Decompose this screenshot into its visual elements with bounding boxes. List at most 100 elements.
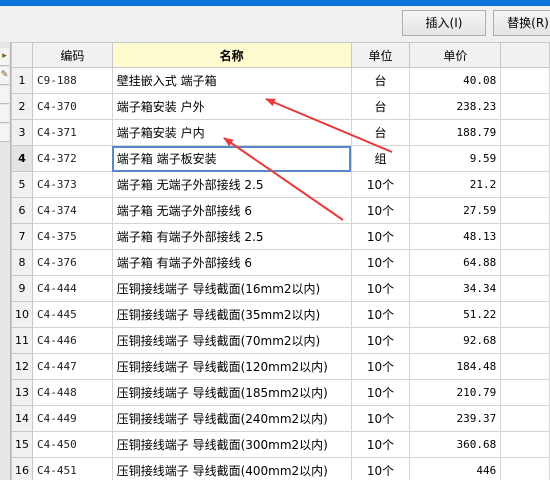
- code-cell[interactable]: C4-374: [31, 197, 113, 224]
- name-cell[interactable]: 压铜接线端子 导线截面(400mm2以内): [111, 457, 352, 480]
- name-cell[interactable]: 压铜接线端子 导线截面(300mm2以内): [111, 431, 352, 458]
- table-row[interactable]: 16 C4-451 压铜接线端子 导线截面(400mm2以内) 10个 446: [11, 457, 550, 480]
- unit-cell[interactable]: 10个: [350, 249, 411, 276]
- column-header-code[interactable]: 编码: [31, 42, 113, 68]
- price-cell[interactable]: 210.79: [409, 379, 502, 406]
- row-number-cell[interactable]: 2: [11, 93, 33, 120]
- table-row[interactable]: 6 C4-374 端子箱 无端子外部接线 6 10个 27.59: [11, 197, 550, 224]
- row-number-cell[interactable]: 12: [11, 353, 33, 380]
- name-cell[interactable]: 端子箱安装 户外: [111, 93, 352, 120]
- price-cell[interactable]: 51.22: [409, 301, 502, 328]
- column-header-name[interactable]: 名称: [111, 42, 352, 68]
- row-number-cell[interactable]: 10: [11, 301, 33, 328]
- row-number-cell[interactable]: 7: [11, 223, 33, 250]
- table-row[interactable]: 13 C4-448 压铜接线端子 导线截面(185mm2以内) 10个 210.79: [11, 379, 550, 406]
- code-cell[interactable]: C4-372: [31, 145, 113, 172]
- price-cell[interactable]: 184.48: [409, 353, 502, 380]
- price-cell[interactable]: 239.37: [409, 405, 502, 432]
- row-number-cell[interactable]: 13: [11, 379, 33, 406]
- unit-cell[interactable]: 10个: [350, 301, 411, 328]
- unit-cell[interactable]: 10个: [350, 327, 411, 354]
- name-cell[interactable]: 端子箱安装 户内: [111, 119, 352, 146]
- table-row[interactable]: 15 C4-450 压铜接线端子 导线截面(300mm2以内) 10个 360.68: [11, 431, 550, 458]
- unit-cell[interactable]: 10个: [350, 223, 411, 250]
- price-cell[interactable]: 34.34: [409, 275, 502, 302]
- row-number-cell[interactable]: 8: [11, 249, 33, 276]
- name-cell[interactable]: 压铜接线端子 导线截面(185mm2以内): [111, 379, 352, 406]
- name-cell[interactable]: 压铜接线端子 导线截面(120mm2以内): [111, 353, 352, 380]
- code-cell[interactable]: C4-373: [31, 171, 113, 198]
- row-number-cell[interactable]: 15: [11, 431, 33, 458]
- code-cell[interactable]: C4-451: [31, 457, 113, 480]
- table-row[interactable]: 9 C4-444 压铜接线端子 导线截面(16mm2以内) 10个 34.34: [11, 275, 550, 302]
- price-cell[interactable]: 92.68: [409, 327, 502, 354]
- price-cell[interactable]: 64.88: [409, 249, 502, 276]
- code-cell[interactable]: C4-445: [31, 301, 113, 328]
- code-cell[interactable]: C4-444: [31, 275, 113, 302]
- table-row[interactable]: 1 C9-188 壁挂嵌入式 端子箱台 40.08: [11, 67, 550, 94]
- column-header-unit[interactable]: 单位: [350, 42, 411, 68]
- name-cell[interactable]: 端子箱 有端子外部接线 6: [111, 249, 352, 276]
- insert-button[interactable]: 插入(I): [402, 10, 486, 36]
- code-cell[interactable]: C4-449: [31, 405, 113, 432]
- side-tool-icon[interactable]: [0, 86, 9, 104]
- name-cell[interactable]: 壁挂嵌入式 端子箱: [111, 67, 352, 94]
- name-cell[interactable]: 端子箱 有端子外部接线 2.5: [111, 223, 352, 250]
- price-cell[interactable]: 27.59: [409, 197, 502, 224]
- name-cell[interactable]: 端子箱 无端子外部接线 6: [111, 197, 352, 224]
- name-cell[interactable]: 端子箱 端子板安装: [111, 145, 352, 172]
- row-number-cell[interactable]: 11: [11, 327, 33, 354]
- row-number-cell[interactable]: 3: [11, 119, 33, 146]
- row-number-cell[interactable]: 16: [11, 457, 33, 480]
- unit-cell[interactable]: 10个: [350, 275, 411, 302]
- price-cell[interactable]: 48.13: [409, 223, 502, 250]
- row-number-cell[interactable]: 14: [11, 405, 33, 432]
- unit-cell[interactable]: 组: [350, 145, 411, 172]
- table-row[interactable]: 8 C4-376 端子箱 有端子外部接线 6 10个 64.88: [11, 249, 550, 276]
- table-row[interactable]: 10 C4-445 压铜接线端子 导线截面(35mm2以内) 10个 51.22: [11, 301, 550, 328]
- price-cell[interactable]: 360.68: [409, 431, 502, 458]
- name-cell[interactable]: 压铜接线端子 导线截面(70mm2以内): [111, 327, 352, 354]
- unit-cell[interactable]: 台: [350, 119, 411, 146]
- row-number-cell[interactable]: 6: [11, 197, 33, 224]
- unit-cell[interactable]: 10个: [350, 379, 411, 406]
- pencil-icon[interactable]: ✎: [0, 67, 9, 85]
- column-header-price[interactable]: 单价: [409, 42, 502, 68]
- table-row[interactable]: 11 C4-446 压铜接线端子 导线截面(70mm2以内) 10个 92.68: [11, 327, 550, 354]
- side-tool-icon[interactable]: [0, 105, 9, 123]
- price-cell[interactable]: 188.79: [409, 119, 502, 146]
- row-number-cell[interactable]: 5: [11, 171, 33, 198]
- table-row[interactable]: 3 C4-371 端子箱安装 户内台 188.79: [11, 119, 550, 146]
- table-row[interactable]: 14 C4-449 压铜接线端子 导线截面(240mm2以内) 10个 239.37: [11, 405, 550, 432]
- price-cell[interactable]: 446: [409, 457, 502, 480]
- row-number-cell[interactable]: 4: [11, 145, 33, 172]
- unit-cell[interactable]: 10个: [350, 405, 411, 432]
- side-arrow-icon[interactable]: ▸: [0, 48, 9, 66]
- row-number-cell[interactable]: 9: [11, 275, 33, 302]
- table-row[interactable]: 2 C4-370 端子箱安装 户外台 238.23: [11, 93, 550, 120]
- name-cell[interactable]: 压铜接线端子 导线截面(35mm2以内): [111, 301, 352, 328]
- code-cell[interactable]: C4-375: [31, 223, 113, 250]
- side-tool-icon[interactable]: [0, 124, 9, 142]
- name-cell[interactable]: 压铜接线端子 导线截面(16mm2以内): [111, 275, 352, 302]
- unit-cell[interactable]: 台: [350, 67, 411, 94]
- name-cell[interactable]: 压铜接线端子 导线截面(240mm2以内): [111, 405, 352, 432]
- table-row[interactable]: 12 C4-447 压铜接线端子 导线截面(120mm2以内) 10个 184.48: [11, 353, 550, 380]
- unit-cell[interactable]: 10个: [350, 353, 411, 380]
- quota-table-grid[interactable]: 编码 名称 单位 单价 1 C9-188 壁挂嵌入式 端子箱台 40.08 2 C4-37…: [11, 42, 550, 480]
- unit-cell[interactable]: 台: [350, 93, 411, 120]
- table-row[interactable]: 7 C4-375 端子箱 有端子外部接线 2.5 10个 48.13: [11, 223, 550, 250]
- price-cell[interactable]: 21.2: [409, 171, 502, 198]
- code-cell[interactable]: C4-371: [31, 119, 113, 146]
- price-cell[interactable]: 9.59: [409, 145, 502, 172]
- unit-cell[interactable]: 10个: [350, 171, 411, 198]
- table-row[interactable]: 4 C4-372 端子箱 端子板安装组 9.59: [11, 145, 550, 172]
- code-cell[interactable]: C4-370: [31, 93, 113, 120]
- code-cell[interactable]: C4-450: [31, 431, 113, 458]
- code-cell[interactable]: C4-448: [31, 379, 113, 406]
- name-cell[interactable]: 端子箱 无端子外部接线 2.5: [111, 171, 352, 198]
- unit-cell[interactable]: 10个: [350, 457, 411, 480]
- unit-cell[interactable]: 10个: [350, 431, 411, 458]
- price-cell[interactable]: 238.23: [409, 93, 502, 120]
- code-cell[interactable]: C4-376: [31, 249, 113, 276]
